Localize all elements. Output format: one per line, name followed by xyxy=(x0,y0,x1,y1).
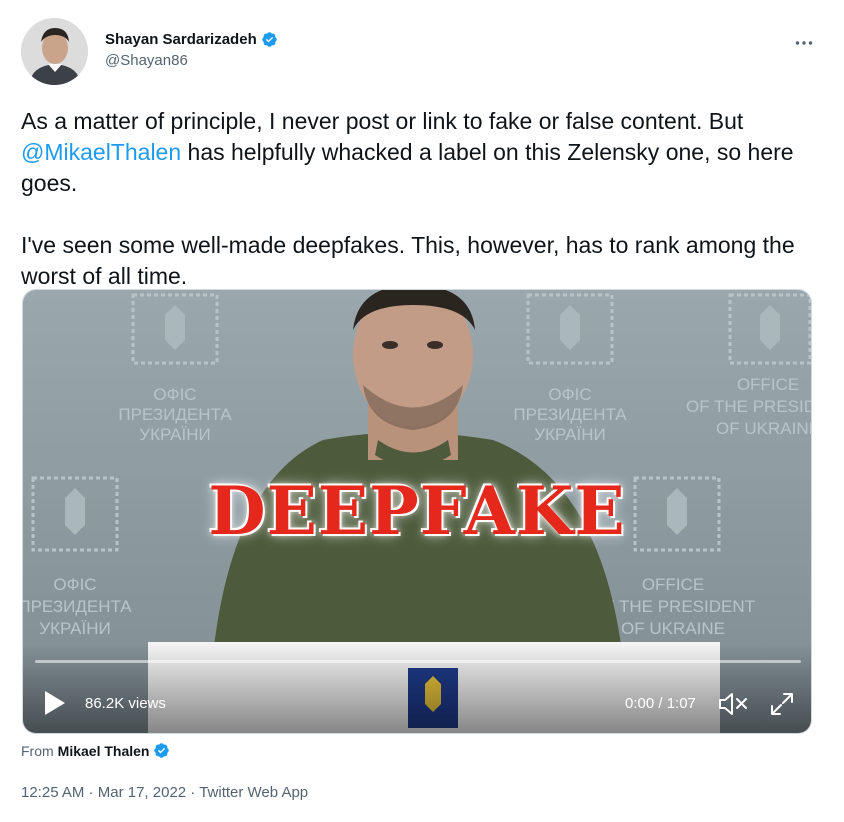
fullscreen-icon xyxy=(771,693,793,715)
mention-link[interactable]: @MikaelThalen xyxy=(21,139,181,165)
author-handle[interactable]: @Shayan86 xyxy=(105,52,188,69)
author-name-row[interactable]: Shayan Sardarizadeh xyxy=(105,31,278,48)
more-options-button[interactable] xyxy=(793,32,815,54)
view-count: 86.2K views xyxy=(85,695,166,712)
tweet-text-part: As a matter of principle, I never post o… xyxy=(21,108,744,134)
tweet-text: As a matter of principle, I never post o… xyxy=(21,106,811,292)
backdrop-text: УКРАЇНИ xyxy=(534,425,605,444)
play-icon xyxy=(45,691,65,715)
tweet-time[interactable]: 12:25 AM xyxy=(21,784,84,801)
tweet-date[interactable]: Mar 17, 2022 xyxy=(98,784,186,801)
tweet-paragraph-1: As a matter of principle, I never post o… xyxy=(21,106,811,199)
fullscreen-button[interactable] xyxy=(769,691,795,717)
play-button[interactable] xyxy=(41,688,69,718)
backdrop-text: ПРЕЗИДЕНТА xyxy=(23,597,132,616)
backdrop-text: OF THE PRESIDENT xyxy=(591,597,755,616)
tweet-paragraph-2: I've seen some well-made deepfakes. This… xyxy=(21,232,795,289)
backdrop-text: ПРЕЗИДЕНТА xyxy=(513,405,627,424)
video-attribution: From Mikael Thalen xyxy=(21,742,170,759)
video-time: 0:00 / 1:07 xyxy=(625,695,696,712)
unmute-button[interactable] xyxy=(717,691,749,717)
meta-separator: · xyxy=(186,784,200,801)
backdrop-text: OF UKRAINE xyxy=(621,619,725,638)
backdrop-text: OFFICE xyxy=(642,575,704,594)
verified-badge-icon xyxy=(154,743,170,758)
backdrop-text: ОФІС xyxy=(548,385,591,404)
video-player[interactable]: ОФІС ПРЕЗИДЕНТА УКРАЇНИ ОФІС ПРЕЗИДЕНТА … xyxy=(22,289,812,734)
tweet-source[interactable]: Twitter Web App xyxy=(199,784,308,801)
author-name[interactable]: Shayan Sardarizadeh xyxy=(105,31,257,48)
controls-gradient xyxy=(23,643,811,733)
author-avatar[interactable] xyxy=(21,18,88,85)
backdrop-text: ОФІС xyxy=(153,385,196,404)
verified-badge-icon xyxy=(261,32,277,47)
deepfake-label: DEEPFAKE xyxy=(208,472,626,550)
backdrop-text: ОФІС xyxy=(53,575,96,594)
video-progress-bar[interactable] xyxy=(35,660,801,663)
attribution-prefix: From xyxy=(21,742,54,759)
backdrop-text: УКРАЇНИ xyxy=(39,619,110,638)
backdrop-text: OF UKRAINE xyxy=(716,419,812,438)
attribution-name[interactable]: Mikael Thalen xyxy=(58,743,150,759)
backdrop-text: УКРАЇНИ xyxy=(139,425,210,444)
muted-speaker-icon xyxy=(719,693,747,715)
more-dots-icon xyxy=(795,41,813,45)
backdrop-text: ПРЕЗИДЕНТА xyxy=(118,405,232,424)
tweet-meta: 12:25 AM · Mar 17, 2022 · Twitter Web Ap… xyxy=(21,784,308,801)
meta-separator: · xyxy=(84,784,98,801)
backdrop-text: OF THE PRESIDENT xyxy=(686,397,812,416)
backdrop-text: OFFICE xyxy=(737,375,799,394)
